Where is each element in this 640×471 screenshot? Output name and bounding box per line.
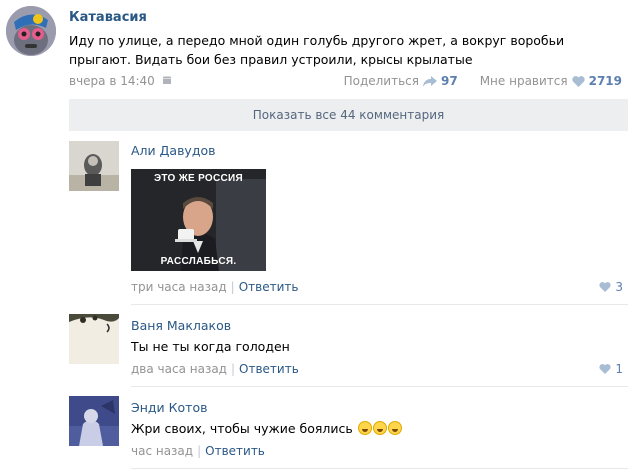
comment-timestamp[interactable]: три часа назад	[131, 280, 227, 294]
comment-meta: два часа назад | Ответить	[131, 362, 299, 376]
grinning-emoji-icon	[372, 421, 387, 435]
post-text: Иду по улице, а передо мной один голубь …	[69, 33, 565, 67]
comment-author-name[interactable]: Ваня Маклаков	[131, 318, 231, 333]
comment-image[interactable]: ЭТО ЖЕ РОССИЯ РАССЛАБЬСЯ.	[131, 169, 266, 271]
grinning-emoji-icon	[387, 421, 402, 435]
meme-top-caption: ЭТО ЖЕ РОССИЯ	[153, 173, 244, 184]
heart-icon	[599, 364, 611, 374]
reply-button[interactable]: Ответить	[239, 280, 299, 294]
share-count: 97	[441, 74, 458, 88]
comment-like-count: 3	[615, 280, 623, 294]
meta-separator: |	[230, 280, 235, 294]
comment-divider	[131, 386, 628, 387]
meta-separator: |	[230, 362, 236, 376]
post-timestamp[interactable]: вчера в 14:40	[69, 74, 172, 88]
avatar-photo-icon	[69, 396, 119, 446]
comment-like-button[interactable]: 1	[599, 362, 623, 376]
comment-divider	[131, 468, 628, 469]
comment-like-count: 1	[615, 362, 623, 376]
share-label: Поделиться	[343, 74, 419, 88]
post-author-avatar[interactable]	[6, 6, 56, 56]
avatar-photo-icon	[69, 314, 119, 364]
heart-icon	[571, 75, 585, 87]
share-button[interactable]: Поделиться 97	[344, 74, 458, 88]
comment-like-button[interactable]: 3	[599, 280, 623, 294]
post-actions: Поделиться 97 Мне нравится 2719	[344, 74, 622, 88]
comment-author-name[interactable]: Энди Котов	[131, 400, 207, 415]
comment-text: Ты не ты когда голоден	[131, 339, 290, 354]
comment-timestamp[interactable]: два часа назад	[131, 362, 227, 376]
comment-meta: три часа назад | Ответить	[131, 280, 298, 294]
android-icon	[162, 76, 171, 84]
comment-meta: час назад | Ответить	[131, 444, 265, 458]
comment-divider	[131, 304, 628, 305]
comment-author-name[interactable]: Али Давудов	[131, 143, 216, 158]
reply-button[interactable]: Ответить	[205, 444, 265, 458]
reply-button[interactable]: Ответить	[239, 362, 299, 376]
like-button[interactable]: Мне нравится 2719	[480, 74, 622, 88]
avatar-cartoon-icon	[6, 6, 56, 56]
meme-bottom-caption: РАССЛАБЬСЯ.	[160, 256, 237, 267]
like-count: 2719	[588, 74, 622, 88]
post-time-text: вчера в 14:40	[69, 74, 155, 88]
show-all-comments-button[interactable]: Показать все 44 комментария	[69, 99, 628, 131]
post-author-name[interactable]: Катавасия	[69, 10, 147, 25]
grinning-emoji-icon	[357, 421, 372, 435]
avatar-photo-icon	[69, 141, 119, 191]
comment-author-avatar[interactable]	[69, 141, 119, 191]
comment-text-content: Жри своих, чтобы чужие боялись	[131, 421, 353, 436]
comment-author-avatar[interactable]	[69, 396, 119, 446]
heart-icon	[599, 282, 611, 292]
comment-author-avatar[interactable]	[69, 314, 119, 364]
share-icon	[423, 75, 437, 87]
meta-separator: |	[197, 444, 202, 458]
comment-timestamp[interactable]: час назад	[131, 444, 193, 458]
like-label: Мне нравится	[479, 74, 568, 88]
comment-text: Жри своих, чтобы чужие боялись	[131, 421, 402, 436]
